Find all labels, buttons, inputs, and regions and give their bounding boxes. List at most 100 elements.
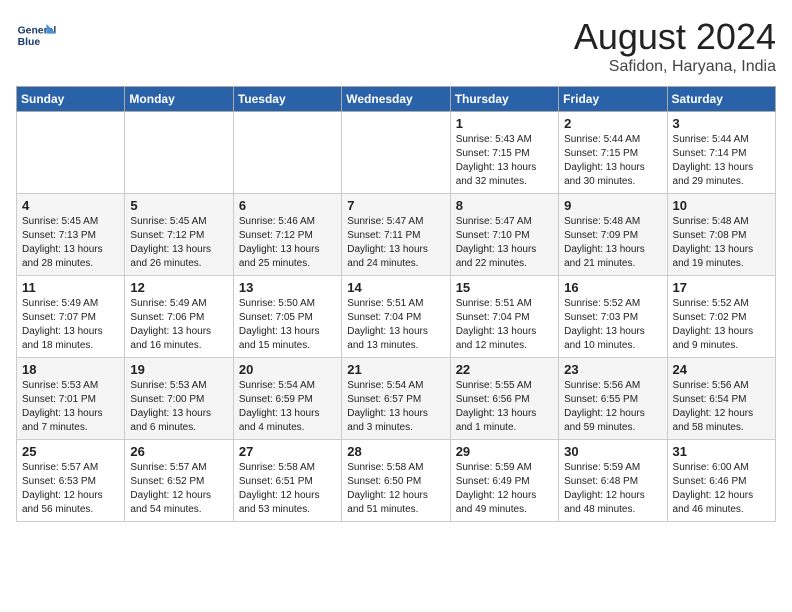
- day-info: Sunrise: 5:55 AM Sunset: 6:56 PM Dayligh…: [456, 380, 537, 433]
- day-info: Sunrise: 5:45 AM Sunset: 7:13 PM Dayligh…: [22, 216, 103, 269]
- day-number: 7: [347, 198, 444, 213]
- calendar-cell: 19 Sunrise: 5:53 AM Sunset: 7:00 PM Dayli…: [125, 358, 233, 440]
- calendar-cell: 12 Sunrise: 5:49 AM Sunset: 7:06 PM Dayli…: [125, 276, 233, 358]
- calendar-cell: 21 Sunrise: 5:54 AM Sunset: 6:57 PM Dayli…: [342, 358, 450, 440]
- calendar-cell: [342, 112, 450, 194]
- day-info: Sunrise: 5:47 AM Sunset: 7:10 PM Dayligh…: [456, 216, 537, 269]
- calendar-week-row: 1 Sunrise: 5:43 AM Sunset: 7:15 PM Daylig…: [17, 112, 776, 194]
- weekday-header: Tuesday: [233, 87, 341, 112]
- day-info: Sunrise: 5:48 AM Sunset: 7:08 PM Dayligh…: [673, 216, 754, 269]
- calendar-cell: [125, 112, 233, 194]
- calendar-cell: 3 Sunrise: 5:44 AM Sunset: 7:14 PM Daylig…: [667, 112, 775, 194]
- day-info: Sunrise: 5:49 AM Sunset: 7:06 PM Dayligh…: [130, 298, 211, 351]
- page-header: General Blue August 2024 Safidon, Haryan…: [16, 16, 776, 76]
- svg-text:Blue: Blue: [18, 37, 41, 48]
- calendar-cell: 2Sunrise: 5:44 AM Sunset: 7:15 PM Daylig…: [559, 112, 667, 194]
- day-info: Sunrise: 6:00 AM Sunset: 6:46 PM Dayligh…: [673, 462, 754, 515]
- day-info: Sunrise: 5:59 AM Sunset: 6:49 PM Dayligh…: [456, 462, 537, 515]
- calendar-cell: 30 Sunrise: 5:59 AM Sunset: 6:48 PM Dayli…: [559, 440, 667, 522]
- day-info: Sunrise: 5:46 AM Sunset: 7:12 PM Dayligh…: [239, 216, 320, 269]
- day-info: Sunrise: 5:53 AM Sunset: 7:00 PM Dayligh…: [130, 380, 211, 433]
- calendar-cell: 4 Sunrise: 5:45 AM Sunset: 7:13 PM Daylig…: [17, 194, 125, 276]
- day-info: Sunrise: 5:51 AM Sunset: 7:04 PM Dayligh…: [347, 298, 428, 351]
- calendar-cell: 28Sunrise: 5:58 AM Sunset: 6:50 PM Dayli…: [342, 440, 450, 522]
- day-number: 3: [673, 116, 770, 131]
- day-info: Sunrise: 5:57 AM Sunset: 6:53 PM Dayligh…: [22, 462, 103, 515]
- weekday-header: Wednesday: [342, 87, 450, 112]
- day-info: Sunrise: 5:54 AM Sunset: 6:57 PM Dayligh…: [347, 380, 428, 433]
- weekday-header: Monday: [125, 87, 233, 112]
- day-info: Sunrise: 5:45 AM Sunset: 7:12 PM Dayligh…: [130, 216, 211, 269]
- weekday-header: Sunday: [17, 87, 125, 112]
- calendar-cell: 20Sunrise: 5:54 AM Sunset: 6:59 PM Dayli…: [233, 358, 341, 440]
- day-info: Sunrise: 5:58 AM Sunset: 6:51 PM Dayligh…: [239, 462, 320, 515]
- calendar-week-row: 4 Sunrise: 5:45 AM Sunset: 7:13 PM Daylig…: [17, 194, 776, 276]
- calendar-cell: 24 Sunrise: 5:56 AM Sunset: 6:54 PM Dayli…: [667, 358, 775, 440]
- day-info: Sunrise: 5:56 AM Sunset: 6:55 PM Dayligh…: [564, 380, 645, 433]
- day-info: Sunrise: 5:44 AM Sunset: 7:14 PM Dayligh…: [673, 134, 754, 187]
- day-number: 31: [673, 444, 770, 459]
- day-info: Sunrise: 5:56 AM Sunset: 6:54 PM Dayligh…: [673, 380, 754, 433]
- day-number: 13: [239, 280, 336, 295]
- day-number: 6: [239, 198, 336, 213]
- calendar-cell: 7 Sunrise: 5:47 AM Sunset: 7:11 PM Daylig…: [342, 194, 450, 276]
- day-info: Sunrise: 5:47 AM Sunset: 7:11 PM Dayligh…: [347, 216, 428, 269]
- day-number: 8: [456, 198, 553, 213]
- day-number: 15: [456, 280, 553, 295]
- calendar-cell: 5 Sunrise: 5:45 AM Sunset: 7:12 PM Daylig…: [125, 194, 233, 276]
- day-info: Sunrise: 5:49 AM Sunset: 7:07 PM Dayligh…: [22, 298, 103, 351]
- weekday-header: Friday: [559, 87, 667, 112]
- day-number: 23: [564, 362, 661, 377]
- weekday-header: Saturday: [667, 87, 775, 112]
- logo-icon: General Blue: [16, 16, 56, 56]
- logo: General Blue: [16, 16, 60, 56]
- day-number: 2: [564, 116, 661, 131]
- calendar-body: 1 Sunrise: 5:43 AM Sunset: 7:15 PM Daylig…: [17, 112, 776, 522]
- day-info: Sunrise: 5:52 AM Sunset: 7:02 PM Dayligh…: [673, 298, 754, 351]
- day-info: Sunrise: 5:54 AM Sunset: 6:59 PM Dayligh…: [239, 380, 320, 433]
- day-number: 22: [456, 362, 553, 377]
- calendar-cell: 18Sunrise: 5:53 AM Sunset: 7:01 PM Dayli…: [17, 358, 125, 440]
- day-number: 1: [456, 116, 553, 131]
- day-number: 4: [22, 198, 119, 213]
- calendar-cell: 6 Sunrise: 5:46 AM Sunset: 7:12 PM Daylig…: [233, 194, 341, 276]
- calendar-cell: 1 Sunrise: 5:43 AM Sunset: 7:15 PM Daylig…: [450, 112, 558, 194]
- day-number: 29: [456, 444, 553, 459]
- calendar-cell: 10 Sunrise: 5:48 AM Sunset: 7:08 PM Dayli…: [667, 194, 775, 276]
- day-number: 16: [564, 280, 661, 295]
- day-info: Sunrise: 5:59 AM Sunset: 6:48 PM Dayligh…: [564, 462, 645, 515]
- calendar-header-row: SundayMondayTuesdayWednesdayThursdayFrid…: [17, 87, 776, 112]
- day-number: 10: [673, 198, 770, 213]
- day-info: Sunrise: 5:57 AM Sunset: 6:52 PM Dayligh…: [130, 462, 211, 515]
- day-number: 11: [22, 280, 119, 295]
- calendar-week-row: 25 Sunrise: 5:57 AM Sunset: 6:53 PM Dayli…: [17, 440, 776, 522]
- calendar-week-row: 18Sunrise: 5:53 AM Sunset: 7:01 PM Dayli…: [17, 358, 776, 440]
- calendar-table: SundayMondayTuesdayWednesdayThursdayFrid…: [16, 86, 776, 522]
- day-number: 24: [673, 362, 770, 377]
- day-info: Sunrise: 5:51 AM Sunset: 7:04 PM Dayligh…: [456, 298, 537, 351]
- calendar-cell: 15 Sunrise: 5:51 AM Sunset: 7:04 PM Dayli…: [450, 276, 558, 358]
- calendar-cell: [233, 112, 341, 194]
- calendar-cell: 22 Sunrise: 5:55 AM Sunset: 6:56 PM Dayli…: [450, 358, 558, 440]
- weekday-header: Thursday: [450, 87, 558, 112]
- calendar-cell: 14 Sunrise: 5:51 AM Sunset: 7:04 PM Dayli…: [342, 276, 450, 358]
- calendar-cell: 16Sunrise: 5:52 AM Sunset: 7:03 PM Dayli…: [559, 276, 667, 358]
- day-number: 9: [564, 198, 661, 213]
- day-number: 5: [130, 198, 227, 213]
- day-number: 30: [564, 444, 661, 459]
- day-number: 12: [130, 280, 227, 295]
- day-info: Sunrise: 5:48 AM Sunset: 7:09 PM Dayligh…: [564, 216, 645, 269]
- day-number: 21: [347, 362, 444, 377]
- day-number: 14: [347, 280, 444, 295]
- calendar-cell: 8 Sunrise: 5:47 AM Sunset: 7:10 PM Daylig…: [450, 194, 558, 276]
- calendar-cell: 11 Sunrise: 5:49 AM Sunset: 7:07 PM Dayli…: [17, 276, 125, 358]
- calendar-cell: 26Sunrise: 5:57 AM Sunset: 6:52 PM Dayli…: [125, 440, 233, 522]
- calendar-cell: 13Sunrise: 5:50 AM Sunset: 7:05 PM Dayli…: [233, 276, 341, 358]
- day-info: Sunrise: 5:58 AM Sunset: 6:50 PM Dayligh…: [347, 462, 428, 515]
- calendar-cell: [17, 112, 125, 194]
- day-info: Sunrise: 5:43 AM Sunset: 7:15 PM Dayligh…: [456, 134, 537, 187]
- day-number: 19: [130, 362, 227, 377]
- day-number: 25: [22, 444, 119, 459]
- calendar-cell: 31 Sunrise: 6:00 AM Sunset: 6:46 PM Dayli…: [667, 440, 775, 522]
- month-title: August 2024: [574, 16, 776, 58]
